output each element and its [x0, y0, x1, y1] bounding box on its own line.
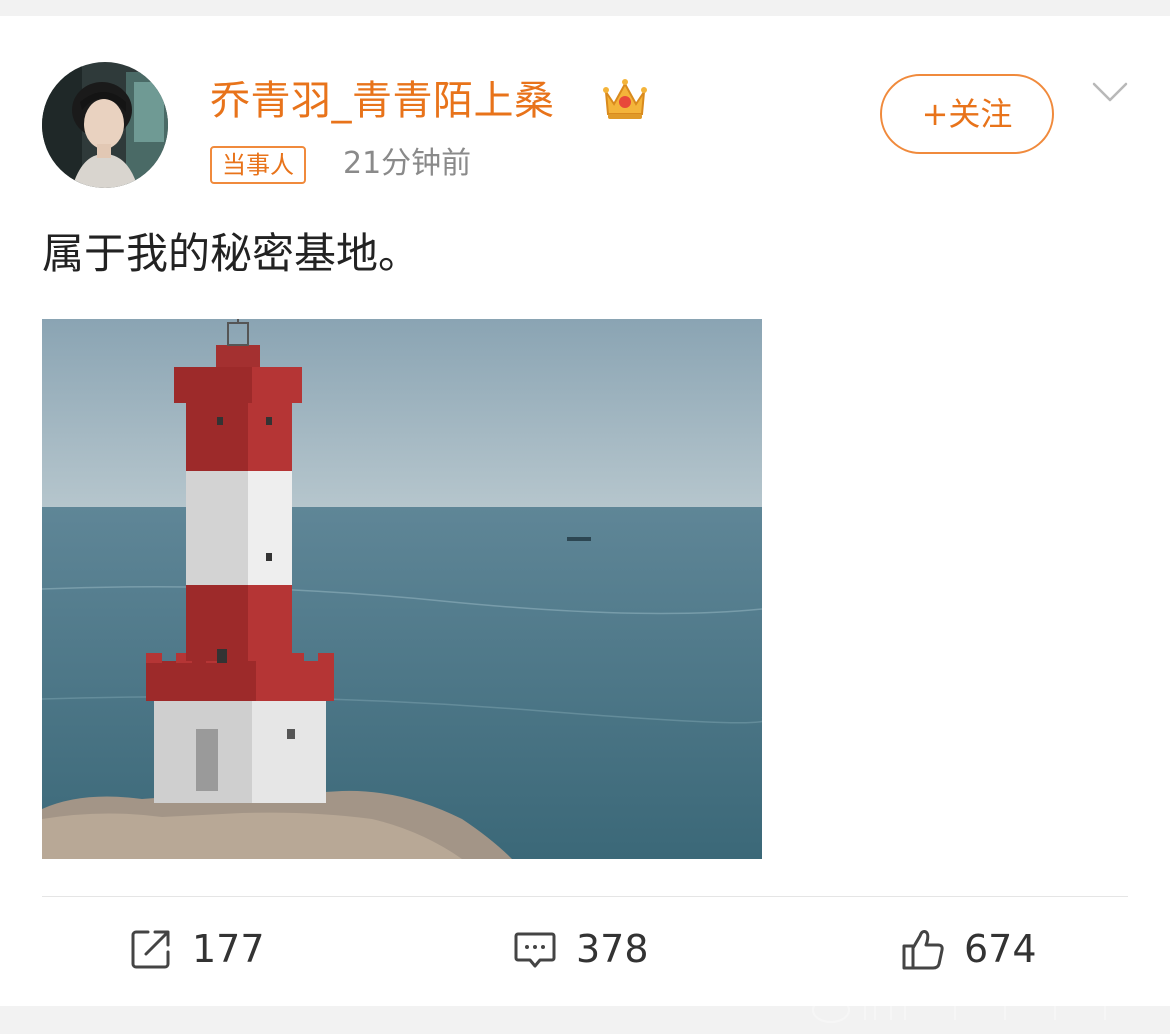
thumbs-up-icon [900, 926, 946, 972]
watermark [805, 990, 1160, 1030]
chevron-down-icon[interactable] [1090, 78, 1130, 106]
status-badge: 当事人 [210, 146, 306, 184]
repost-count: 177 [192, 927, 265, 971]
post-timestamp: 21分钟前 [343, 146, 472, 181]
comment-button[interactable]: 378 [512, 921, 649, 977]
avatar[interactable] [42, 62, 168, 188]
post-card: 乔青羽_青青陌上桑 当事人 21分钟前 +关注 属于我的秘密基地。 177 37… [0, 16, 1170, 1006]
divider [42, 896, 1128, 897]
crown-icon [600, 74, 650, 124]
like-button[interactable]: 674 [900, 921, 1037, 977]
comment-count: 378 [576, 927, 649, 971]
post-text: 属于我的秘密基地。 [42, 229, 421, 278]
share-icon [128, 926, 174, 972]
repost-button[interactable]: 177 [128, 921, 265, 977]
username[interactable]: 乔青羽_青青陌上桑 [210, 74, 555, 128]
like-count: 674 [964, 927, 1037, 971]
post-image[interactable] [42, 319, 762, 859]
follow-button[interactable]: +关注 [880, 74, 1054, 154]
comment-icon [512, 926, 558, 972]
